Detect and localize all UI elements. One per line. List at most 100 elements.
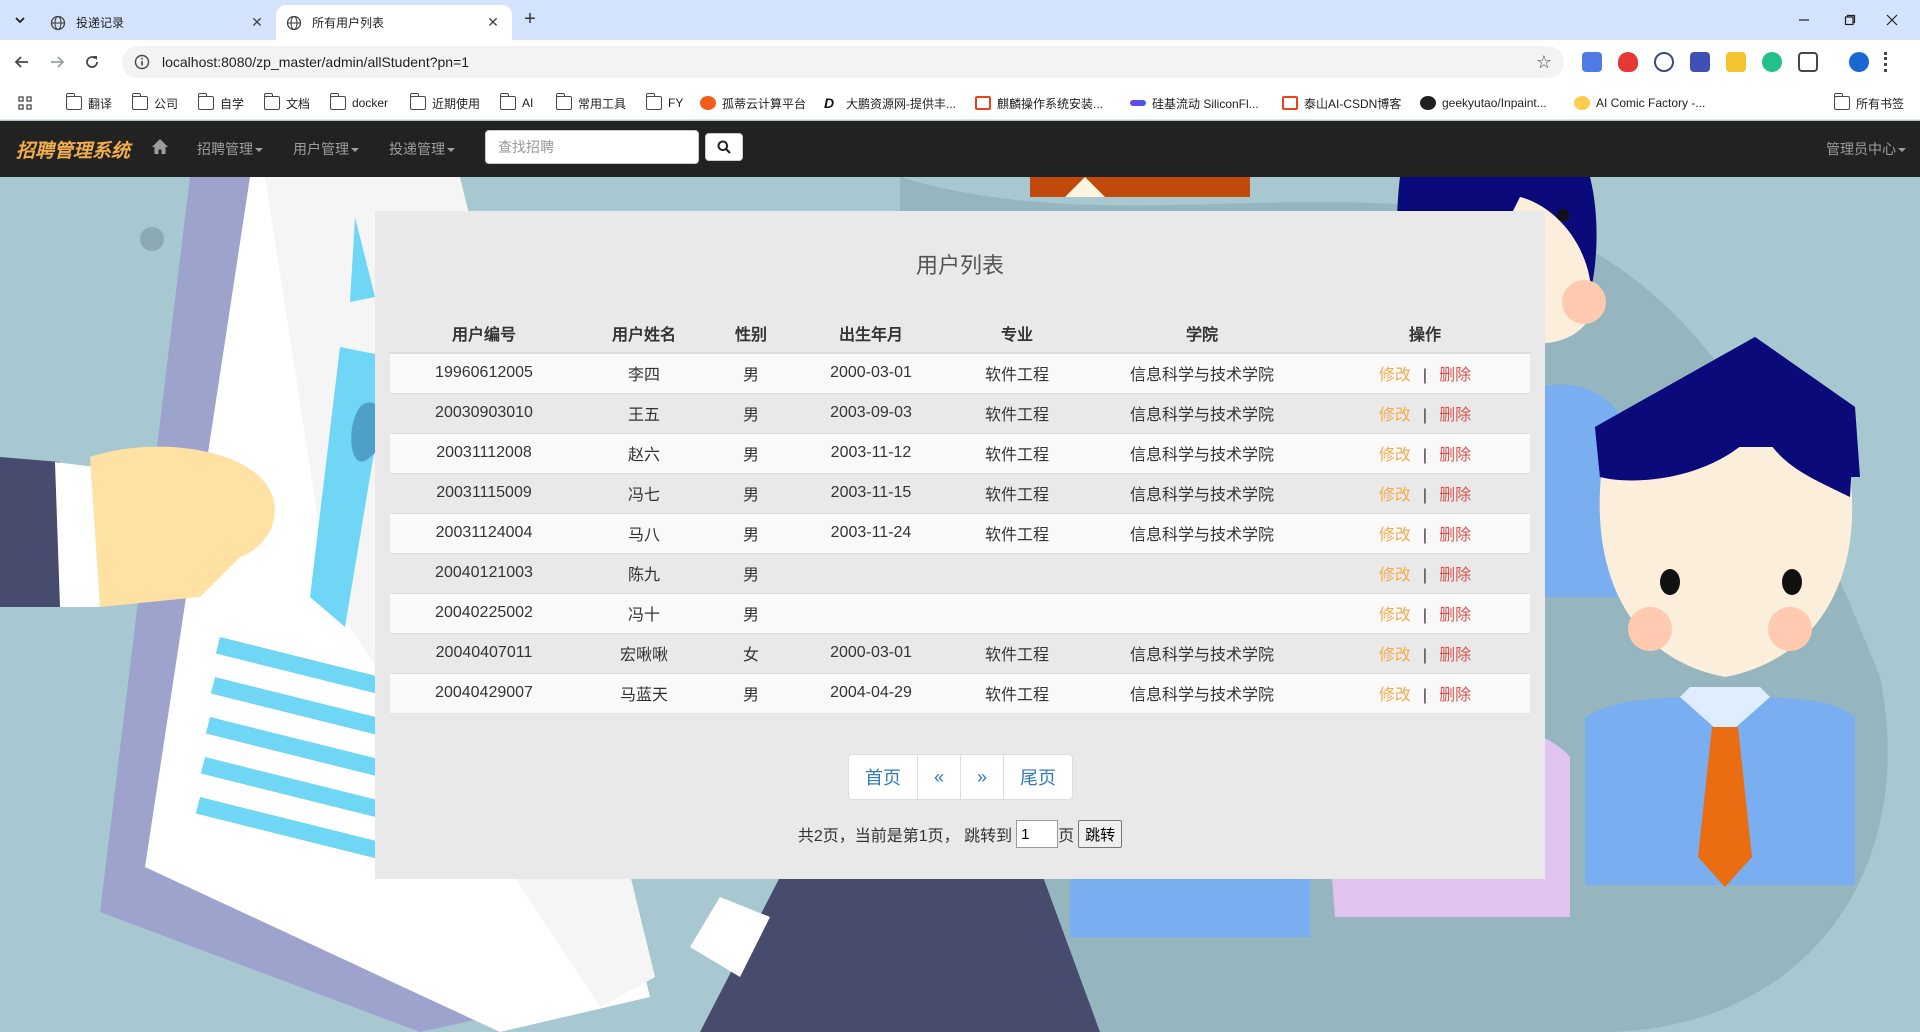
nav-delivery-dropdown[interactable]: 投递管理 (389, 139, 455, 159)
extension-mask-icon[interactable] (1654, 52, 1674, 72)
folder-icon (645, 93, 662, 110)
reload-icon[interactable] (80, 50, 104, 74)
new-tab-plus-icon[interactable]: + (518, 8, 542, 32)
address-bar[interactable]: localhost:8080/zp_master/admin/allStuden… (122, 46, 1564, 78)
bookmark-folder[interactable]: 文档 (263, 93, 310, 113)
edit-link[interactable]: 修改 (1379, 647, 1411, 664)
edit-link[interactable]: 修改 (1379, 687, 1411, 704)
search-button[interactable] (705, 133, 743, 161)
edit-link[interactable]: 修改 (1379, 527, 1411, 544)
bookmark-folder[interactable]: 翻译 (65, 93, 112, 113)
cell-college: 信息科学与技术学院 (1084, 432, 1320, 473)
action-separator: | (1422, 687, 1428, 705)
bookmark-link[interactable]: 麒麟操作系统安装... (975, 93, 1103, 113)
close-window-icon[interactable] (1864, 0, 1920, 40)
cell-major: 软件工程 (950, 472, 1084, 513)
site-info-icon[interactable] (134, 54, 150, 70)
cell-user-id: 20040225002 (390, 592, 578, 633)
bookmark-link[interactable]: AI Comic Factory -... (1574, 93, 1705, 113)
next-page-link[interactable]: » (960, 755, 1003, 799)
url-text[interactable]: localhost:8080/zp_master/admin/allStuden… (162, 54, 1536, 70)
bookmark-link[interactable]: 泰山AI-CSDN博客 (1282, 93, 1401, 113)
close-tab-icon[interactable]: ✕ (248, 14, 266, 31)
apps-grid-icon[interactable] (18, 93, 32, 113)
tab-title: 投递记录 (76, 16, 125, 30)
edit-link[interactable]: 修改 (1379, 407, 1411, 424)
edit-link[interactable]: 修改 (1379, 447, 1411, 464)
back-arrow-icon[interactable] (10, 50, 34, 74)
delete-link[interactable]: 删除 (1439, 407, 1471, 424)
close-tab-icon[interactable]: ✕ (484, 14, 502, 31)
delete-link[interactable]: 删除 (1439, 647, 1471, 664)
edit-link[interactable]: 修改 (1379, 487, 1411, 504)
site-icon (700, 96, 716, 110)
previous-page-link[interactable]: « (917, 755, 960, 799)
page-number-input[interactable] (1016, 820, 1059, 848)
forward-arrow-icon[interactable] (45, 50, 69, 74)
folder-icon (65, 93, 82, 110)
nav-label: 招聘管理 (197, 141, 253, 157)
site-icon (1282, 96, 1298, 110)
delete-link[interactable]: 删除 (1439, 607, 1471, 624)
app-brand[interactable]: 招聘管理系统 (16, 136, 130, 163)
extension-key-icon[interactable] (1726, 52, 1746, 72)
cell-birth: 2000-03-01 (792, 352, 950, 393)
cell-user-name: 马蓝天 (578, 672, 710, 713)
edit-link[interactable]: 修改 (1379, 567, 1411, 584)
action-separator: | (1422, 447, 1428, 464)
tab-delivery-records[interactable]: 投递记录 ✕ (40, 5, 276, 40)
delete-link[interactable]: 删除 (1439, 487, 1471, 504)
delete-link[interactable]: 删除 (1439, 447, 1471, 464)
bookmark-folder[interactable]: 常用工具 (555, 93, 626, 113)
extension-jh-icon[interactable] (1690, 52, 1710, 72)
bookmark-label: 公司 (154, 96, 179, 111)
extensions-puzzle-icon[interactable] (1798, 52, 1818, 72)
bookmark-folder[interactable]: 公司 (131, 93, 179, 113)
cell-birth: 2003-11-12 (792, 432, 950, 473)
bookmark-folder[interactable]: 自学 (197, 93, 244, 113)
tab-title: 所有用户列表 (312, 16, 385, 30)
bookmark-star-icon[interactable]: ☆ (1536, 52, 1552, 73)
extension-shield-icon[interactable] (1618, 52, 1638, 72)
bookmark-link[interactable]: geekyutao/Inpaint... (1420, 93, 1547, 113)
tab-all-users[interactable]: 所有用户列表 ✕ (276, 5, 512, 40)
nav-users-dropdown[interactable]: 用户管理 (293, 139, 359, 159)
search-input[interactable] (485, 130, 699, 164)
nav-recruit-dropdown[interactable]: 招聘管理 (197, 139, 263, 159)
folder-icon (329, 93, 346, 110)
bookmark-folder[interactable]: docker (329, 93, 388, 113)
bookmark-folder[interactable]: 近期使用 (409, 93, 480, 113)
site-icon: D (824, 95, 835, 111)
action-separator: | (1422, 567, 1428, 584)
bookmark-folder[interactable]: FY (645, 93, 683, 113)
nav-admin-center-dropdown[interactable]: 管理员中心 (1826, 139, 1906, 159)
extension-chart-icon[interactable] (1582, 52, 1602, 72)
cell-college: 信息科学与技术学院 (1084, 392, 1320, 433)
cell-gender: 男 (710, 592, 792, 633)
extension-chatgpt-icon[interactable] (1762, 52, 1782, 72)
user-list-panel: 用户列表 用户编号 用户姓名 性别 出生年月 专业 学院 操作 19960612… (375, 211, 1545, 879)
all-bookmarks[interactable]: 所有书签 (1833, 93, 1904, 113)
home-icon[interactable] (150, 137, 170, 157)
bookmark-link[interactable]: 硅基流动 SiliconFl... (1130, 93, 1259, 113)
delete-link[interactable]: 删除 (1439, 567, 1471, 584)
last-page-link[interactable]: 尾页 (1003, 755, 1072, 799)
profile-avatar-icon[interactable] (1849, 52, 1869, 72)
bookmark-label: 孤蒂云计算平台 (722, 96, 807, 111)
edit-link[interactable]: 修改 (1379, 607, 1411, 624)
user-table: 用户编号 用户姓名 性别 出生年月 专业 学院 操作 19960612005 李… (390, 313, 1530, 713)
caret-down-icon (255, 148, 263, 153)
edit-link[interactable]: 修改 (1379, 367, 1411, 384)
bookmark-link[interactable]: D 大鹏资源网-提供丰... (824, 93, 956, 113)
first-page-link[interactable]: 首页 (849, 755, 917, 799)
nav-label: 管理员中心 (1826, 141, 1896, 157)
delete-link[interactable]: 删除 (1439, 527, 1471, 544)
delete-link[interactable]: 删除 (1439, 687, 1471, 704)
jump-button[interactable]: 跳转 (1078, 820, 1123, 848)
bookmark-link[interactable]: 孤蒂云计算平台 (700, 93, 806, 113)
delete-link[interactable]: 删除 (1439, 367, 1471, 384)
tab-search-chevron-icon[interactable] (8, 8, 32, 32)
bookmark-folder[interactable]: AI (499, 93, 533, 113)
browser-menu-icon[interactable] (1884, 52, 1890, 72)
table-row: 20040225002 冯十 男 修改 | 删除 (390, 592, 1530, 633)
